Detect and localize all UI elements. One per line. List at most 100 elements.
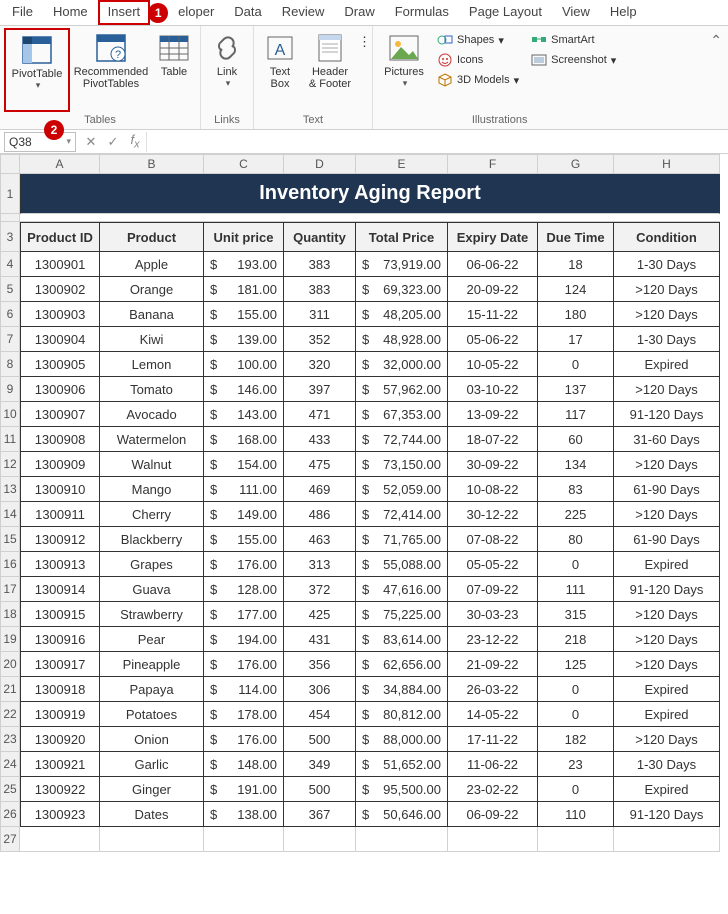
cell[interactable]: 125 xyxy=(538,652,614,677)
cell[interactable]: Watermelon xyxy=(100,427,204,452)
cell[interactable]: 320 xyxy=(284,352,356,377)
cell[interactable]: 356 xyxy=(284,652,356,677)
cell[interactable]: 1300901 xyxy=(20,252,100,277)
name-box[interactable]: Q38 xyxy=(4,132,76,152)
cell[interactable]: 11-06-22 xyxy=(448,752,538,777)
cell[interactable]: 15-11-22 xyxy=(448,302,538,327)
cell[interactable]: Orange xyxy=(100,277,204,302)
cell[interactable]: 146.00 xyxy=(204,377,284,402)
menu-help[interactable]: Help xyxy=(600,0,647,25)
cell[interactable]: 30-03-23 xyxy=(448,602,538,627)
menu-file[interactable]: File xyxy=(2,0,43,25)
cell[interactable]: 91-120 Days xyxy=(614,577,720,602)
cell[interactable] xyxy=(614,827,720,852)
spreadsheet-grid[interactable]: A B C D E F G H 134567891011121314151617… xyxy=(0,154,728,852)
cell[interactable]: 80 xyxy=(538,527,614,552)
cell[interactable]: 30-09-22 xyxy=(448,452,538,477)
cell[interactable]: Ginger xyxy=(100,777,204,802)
menu-developer[interactable]: eloper xyxy=(168,0,224,25)
shapes-button[interactable]: Shapes ▾ xyxy=(435,30,521,50)
cell[interactable]: 73,919.00 xyxy=(356,252,448,277)
cell[interactable]: Apple xyxy=(100,252,204,277)
cell[interactable]: 1300917 xyxy=(20,652,100,677)
row-header[interactable]: 14 xyxy=(0,502,20,527)
cell[interactable]: Expired xyxy=(614,777,720,802)
row-header[interactable]: 3 xyxy=(0,222,20,252)
cell[interactable]: 48,205.00 xyxy=(356,302,448,327)
cell[interactable]: 111.00 xyxy=(204,477,284,502)
icons-button[interactable]: Icons xyxy=(435,50,521,70)
cell[interactable]: Walnut xyxy=(100,452,204,477)
cell[interactable]: 23 xyxy=(538,752,614,777)
cell[interactable]: Strawberry xyxy=(100,602,204,627)
cell[interactable]: 486 xyxy=(284,502,356,527)
cell[interactable]: Expired xyxy=(614,702,720,727)
cell[interactable]: Blackberry xyxy=(100,527,204,552)
cell[interactable]: 180 xyxy=(538,302,614,327)
cell[interactable]: 17 xyxy=(538,327,614,352)
cell[interactable] xyxy=(448,827,538,852)
row-header[interactable]: 15 xyxy=(0,527,20,552)
cell[interactable]: 48,928.00 xyxy=(356,327,448,352)
cell[interactable]: 60 xyxy=(538,427,614,452)
cell[interactable]: 05-06-22 xyxy=(448,327,538,352)
cell[interactable]: 1300922 xyxy=(20,777,100,802)
cell[interactable]: Kiwi xyxy=(100,327,204,352)
row-header[interactable]: 19 xyxy=(0,627,20,652)
cell[interactable]: 73,150.00 xyxy=(356,452,448,477)
cell[interactable]: 111 xyxy=(538,577,614,602)
cell[interactable]: 83 xyxy=(538,477,614,502)
cell[interactable]: 52,059.00 xyxy=(356,477,448,502)
cell[interactable]: 349 xyxy=(284,752,356,777)
cell[interactable]: 1300902 xyxy=(20,277,100,302)
row-header[interactable]: 25 xyxy=(0,777,20,802)
cell[interactable]: 1300910 xyxy=(20,477,100,502)
screenshot-button[interactable]: Screenshot ▾ xyxy=(529,50,618,70)
cell[interactable]: Grapes xyxy=(100,552,204,577)
cell[interactable]: 225 xyxy=(538,502,614,527)
cell[interactable]: 07-08-22 xyxy=(448,527,538,552)
cell[interactable] xyxy=(538,827,614,852)
cell[interactable]: Expired xyxy=(614,552,720,577)
cell[interactable]: 1300913 xyxy=(20,552,100,577)
cell[interactable]: Potatoes xyxy=(100,702,204,727)
cell[interactable]: 1-30 Days xyxy=(614,752,720,777)
cell[interactable]: 383 xyxy=(284,252,356,277)
row-header[interactable]: 9 xyxy=(0,377,20,402)
cell[interactable]: 500 xyxy=(284,727,356,752)
cell[interactable]: 128.00 xyxy=(204,577,284,602)
row-header[interactable]: 17 xyxy=(0,577,20,602)
cell[interactable]: 88,000.00 xyxy=(356,727,448,752)
select-all-corner[interactable] xyxy=(0,154,20,174)
cell[interactable]: 07-09-22 xyxy=(448,577,538,602)
cell[interactable]: 91-120 Days xyxy=(614,802,720,827)
cell[interactable]: Dates xyxy=(100,802,204,827)
cell[interactable]: 71,765.00 xyxy=(356,527,448,552)
cell[interactable]: Garlic xyxy=(100,752,204,777)
row-header[interactable]: 27 xyxy=(0,827,20,852)
row-header[interactable]: 12 xyxy=(0,452,20,477)
cell[interactable]: 20-09-22 xyxy=(448,277,538,302)
fx-icon[interactable]: fx xyxy=(124,132,146,151)
cell[interactable]: 138.00 xyxy=(204,802,284,827)
cell[interactable]: 55,088.00 xyxy=(356,552,448,577)
row-header[interactable]: 18 xyxy=(0,602,20,627)
cell[interactable]: 21-09-22 xyxy=(448,652,538,677)
cancel-formula-icon[interactable]: ✕ xyxy=(80,134,102,150)
cell[interactable]: 95,500.00 xyxy=(356,777,448,802)
cell[interactable]: 1300918 xyxy=(20,677,100,702)
cell[interactable]: 32,000.00 xyxy=(356,352,448,377)
cell[interactable]: 67,353.00 xyxy=(356,402,448,427)
cell[interactable]: 1300904 xyxy=(20,327,100,352)
cell[interactable]: 471 xyxy=(284,402,356,427)
cell[interactable]: 1300908 xyxy=(20,427,100,452)
cell[interactable]: 1-30 Days xyxy=(614,252,720,277)
cell[interactable]: 117 xyxy=(538,402,614,427)
cell[interactable]: 1300903 xyxy=(20,302,100,327)
cell[interactable]: 1300912 xyxy=(20,527,100,552)
cell[interactable] xyxy=(284,827,356,852)
smartart-button[interactable]: SmartArt xyxy=(529,30,618,50)
row-header[interactable]: 26 xyxy=(0,802,20,827)
cell[interactable]: 155.00 xyxy=(204,302,284,327)
row-header[interactable]: 11 xyxy=(0,427,20,452)
